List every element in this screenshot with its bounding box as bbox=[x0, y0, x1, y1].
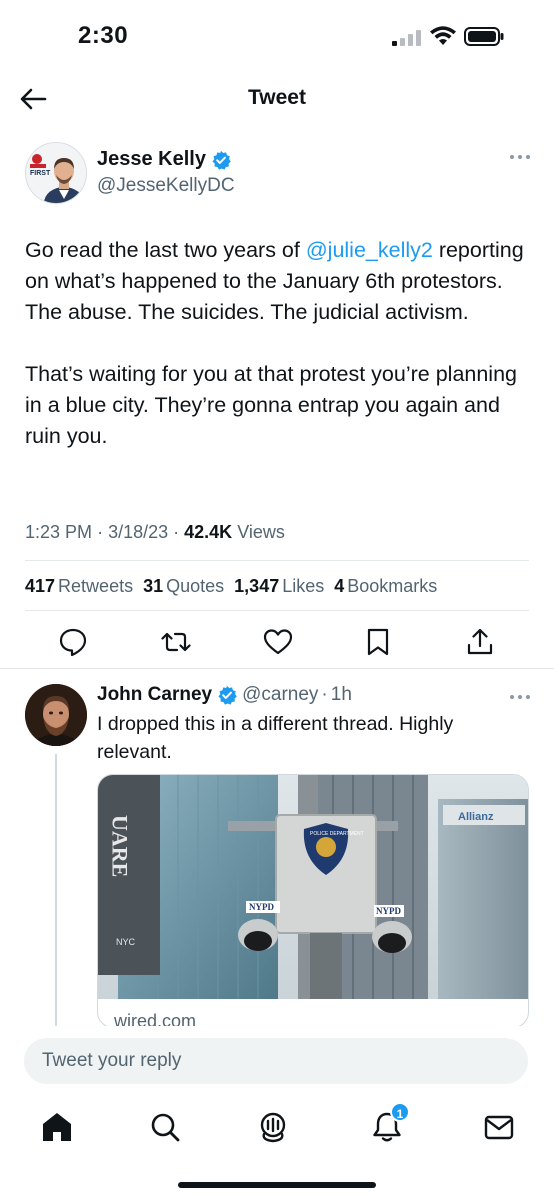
tweet-date[interactable]: 3/18/23 bbox=[108, 522, 168, 542]
nypd-right-text: NYPD bbox=[376, 906, 401, 916]
status-bar: 2:30 bbox=[0, 0, 554, 74]
tweet-paragraph-2: That’s waiting for you at that protest y… bbox=[25, 362, 518, 448]
home-icon[interactable] bbox=[40, 1110, 74, 1144]
meta-separator: · bbox=[321, 684, 328, 705]
likes-count: 1,347 bbox=[234, 576, 280, 596]
author-name-text: Jesse Kelly bbox=[97, 148, 206, 170]
verified-badge-icon bbox=[218, 685, 237, 705]
retweets-label: Retweets bbox=[58, 576, 134, 596]
sign-allianz-text: Allianz bbox=[458, 811, 494, 823]
views-label: Views bbox=[237, 522, 285, 542]
bookmarks-stat[interactable]: 4 Bookmarks bbox=[334, 576, 437, 597]
tweet-text: Go read the last two years of @julie_kel… bbox=[25, 235, 535, 452]
likes-stat[interactable]: 1,347 Likes bbox=[234, 576, 324, 597]
quotes-count: 31 bbox=[143, 576, 164, 596]
avatar[interactable]: FIRST bbox=[25, 142, 87, 204]
more-options-icon[interactable] bbox=[508, 152, 532, 162]
author-handle[interactable]: @JesseKellyDC bbox=[97, 175, 235, 197]
bookmarks-label: Bookmarks bbox=[347, 576, 438, 596]
bookmarks-count: 4 bbox=[334, 576, 345, 596]
quotes-stat[interactable]: 31 Quotes bbox=[143, 576, 224, 597]
divider bbox=[25, 560, 529, 561]
more-options-icon[interactable] bbox=[508, 692, 532, 702]
bookmark-icon[interactable] bbox=[362, 626, 394, 658]
reply-author-handle[interactable]: @carney bbox=[242, 684, 318, 706]
spaces-icon[interactable] bbox=[256, 1110, 290, 1144]
sign-nyc-text: NYC bbox=[116, 937, 136, 947]
surveillance-camera-photo: UARE NYC Allianz POLICE DEPARTMENT NYPD bbox=[98, 775, 528, 999]
reply-text: I dropped this in a different thread. Hi… bbox=[97, 713, 454, 763]
reply-avatar[interactable] bbox=[25, 684, 87, 746]
engagement-stats: 417 Retweets 31 Quotes 1,347 Likes 4 Bookmar… bbox=[25, 576, 437, 597]
sign-square-text: UARE bbox=[108, 815, 133, 877]
thread-connector-line bbox=[55, 754, 57, 1030]
views-count: 42.4K bbox=[184, 522, 233, 542]
link-preview-card[interactable]: UARE NYC Allianz POLICE DEPARTMENT NYPD bbox=[97, 774, 529, 1028]
quotes-label: Quotes bbox=[166, 576, 225, 596]
cellular-signal-icon bbox=[392, 30, 421, 46]
page-title: Tweet bbox=[248, 86, 306, 109]
reply-input[interactable]: Tweet your reply bbox=[24, 1038, 528, 1084]
battery-icon bbox=[464, 27, 504, 46]
share-icon[interactable] bbox=[464, 626, 496, 658]
bottom-navigation: 1 bbox=[0, 1096, 554, 1200]
tweet-paragraph-1: Go read the last two years of @julie_kel… bbox=[25, 235, 535, 328]
nypd-left-text: NYPD bbox=[249, 902, 274, 912]
wifi-icon bbox=[430, 26, 456, 45]
meta-separator: · bbox=[173, 522, 185, 542]
avatar-logo-text: FIRST bbox=[30, 170, 51, 177]
top-bar: Tweet bbox=[0, 74, 554, 122]
divider bbox=[25, 610, 529, 611]
notification-badge: 1 bbox=[390, 1102, 410, 1122]
reply-time[interactable]: 1h bbox=[331, 684, 352, 706]
police-badge-text: POLICE DEPARTMENT bbox=[310, 831, 364, 837]
retweets-count: 417 bbox=[25, 576, 56, 596]
retweets-stat[interactable]: 417 Retweets bbox=[25, 576, 133, 597]
home-indicator bbox=[178, 1182, 376, 1188]
status-time: 2:30 bbox=[78, 22, 129, 49]
verified-badge-icon bbox=[212, 150, 231, 170]
tweet-time[interactable]: 1:23 PM bbox=[25, 522, 92, 542]
like-heart-icon[interactable] bbox=[262, 626, 294, 658]
likes-label: Likes bbox=[282, 576, 325, 596]
notifications-tab[interactable]: 1 bbox=[370, 1102, 410, 1144]
reply-icon[interactable] bbox=[57, 626, 89, 658]
meta-separator: · bbox=[97, 522, 109, 542]
author-name[interactable]: Jesse Kelly bbox=[97, 148, 231, 171]
tweet-text-part: Go read the last two years of bbox=[25, 238, 306, 262]
reply-author-name[interactable]: John Carney bbox=[97, 684, 212, 706]
search-icon[interactable] bbox=[148, 1110, 182, 1144]
reply-header: John Carney @carney · 1h bbox=[97, 684, 352, 706]
tweet-meta: 1:23 PM · 3/18/23 · 42.4K Views bbox=[25, 522, 285, 543]
messages-icon[interactable] bbox=[482, 1110, 516, 1144]
section-divider bbox=[0, 668, 554, 669]
mention-link[interactable]: @julie_kelly2 bbox=[306, 238, 433, 262]
tweet-actions bbox=[0, 626, 554, 664]
retweet-icon[interactable] bbox=[160, 626, 192, 658]
